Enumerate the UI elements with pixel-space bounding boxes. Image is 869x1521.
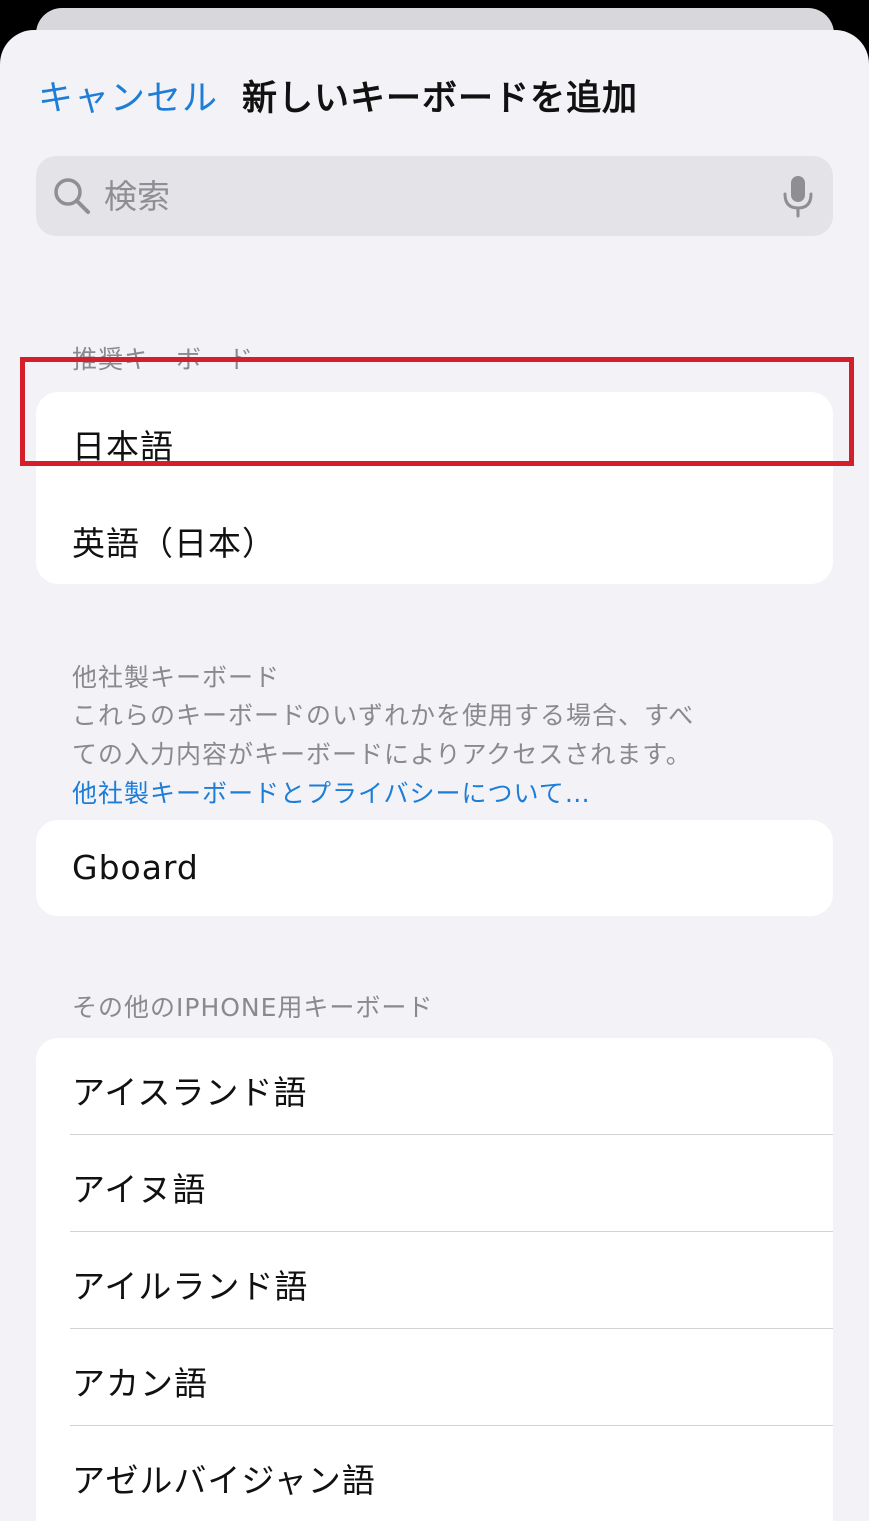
description-line: これらのキーボードのいずれかを使用する場合、すべ bbox=[72, 701, 695, 730]
third-party-keyboards-group: Gboard bbox=[36, 820, 833, 916]
description-line: ての入力内容がキーボードによりアクセスされます。 bbox=[72, 740, 692, 769]
third-party-description: これらのキーボードのいずれかを使用する場合、すべ ての入力内容がキーボードにより… bbox=[72, 696, 752, 774]
keyboard-item-label: Gboard bbox=[72, 848, 199, 887]
microphone-icon[interactable] bbox=[781, 174, 815, 218]
other-keyboards-section-header: その他のIPHONE用キーボード bbox=[72, 993, 434, 1022]
other-keyboards-group: アイスランド語 アイヌ語 アイルランド語 アカン語 アゼルバイジャン語 bbox=[36, 1038, 833, 1521]
keyboard-item-azerbaijani[interactable]: アゼルバイジャン語 bbox=[36, 1426, 833, 1521]
suggested-keyboards-group: 日本語 英語（日本） bbox=[36, 392, 833, 584]
keyboard-item-label: アイスランド語 bbox=[72, 1073, 308, 1112]
suggested-section-header: 推奨キーボード bbox=[72, 345, 255, 374]
keyboard-item-gboard[interactable]: Gboard bbox=[36, 820, 833, 916]
keyboard-item-ainu[interactable]: アイヌ語 bbox=[36, 1135, 833, 1232]
search-icon bbox=[54, 178, 90, 214]
search-bar[interactable] bbox=[36, 156, 833, 236]
keyboard-item-label: 英語（日本） bbox=[72, 524, 276, 563]
privacy-link[interactable]: 他社製キーボードとプライバシーについて… bbox=[72, 774, 591, 810]
keyboard-item-icelandic[interactable]: アイスランド語 bbox=[36, 1038, 833, 1135]
keyboard-item-label: 日本語 bbox=[72, 427, 174, 466]
keyboard-item-akan[interactable]: アカン語 bbox=[36, 1329, 833, 1426]
cancel-button[interactable]: キャンセル bbox=[38, 70, 218, 121]
keyboard-item-label: アイルランド語 bbox=[72, 1267, 309, 1306]
keyboard-item-irish[interactable]: アイルランド語 bbox=[36, 1232, 833, 1329]
keyboard-item-label: アイヌ語 bbox=[72, 1170, 207, 1209]
keyboard-item-english-japan[interactable]: 英語（日本） bbox=[36, 489, 833, 586]
navigation-bar: キャンセル 新しいキーボードを追加 bbox=[0, 30, 869, 154]
keyboard-item-label: アカン語 bbox=[72, 1364, 208, 1403]
add-keyboard-sheet: キャンセル 新しいキーボードを追加 推奨キーボード 日本語 英語（日本） 他社製… bbox=[0, 30, 869, 1521]
keyboard-item-japanese[interactable]: 日本語 bbox=[36, 392, 833, 489]
page-title: 新しいキーボードを追加 bbox=[242, 79, 639, 119]
third-party-section-header: 他社製キーボード bbox=[72, 663, 281, 692]
keyboard-item-label: アゼルバイジャン語 bbox=[72, 1461, 376, 1500]
search-input[interactable] bbox=[104, 156, 764, 236]
